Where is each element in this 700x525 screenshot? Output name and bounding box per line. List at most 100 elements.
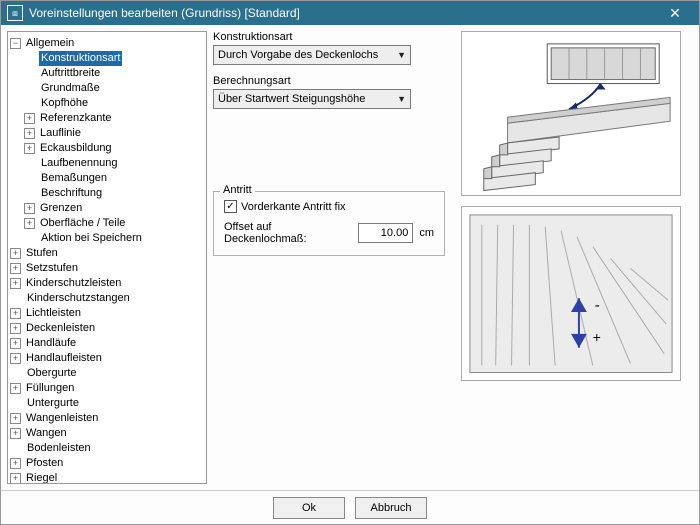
expand-icon[interactable]: + (10, 458, 21, 469)
tree-row[interactable]: Obergurte (10, 366, 204, 381)
tree-label[interactable]: Handläufe (24, 336, 78, 351)
tree-label[interactable]: Setzstufen (24, 261, 80, 276)
expand-icon[interactable]: + (10, 248, 21, 259)
offset-minus-label: - (595, 298, 600, 314)
unit-offset: cm (419, 227, 434, 239)
tree-row[interactable]: Untergurte (10, 396, 204, 411)
tree-label[interactable]: Kinderschutzleisten (24, 276, 123, 291)
tree-label[interactable]: Grenzen (38, 201, 84, 216)
tree-label[interactable]: Kopfhöhe (39, 96, 90, 111)
tree-row[interactable]: +Referenzkante (10, 111, 204, 126)
tree-row[interactable]: Kinderschutzstangen (10, 291, 204, 306)
tree-node: +Handlaufleisten (10, 351, 204, 366)
checkbox-row-vorderkante[interactable]: ✓ Vorderkante Antritt fix (224, 200, 434, 213)
expand-icon[interactable]: + (10, 323, 21, 334)
tree-row[interactable]: +Lichtleisten (10, 306, 204, 321)
expand-icon[interactable]: + (24, 218, 35, 229)
tree-node: +Riegel (10, 471, 204, 484)
expand-icon[interactable]: + (10, 338, 21, 349)
tree-row[interactable]: Kopfhöhe (10, 96, 204, 111)
tree-label[interactable]: Lauflinie (38, 126, 83, 141)
tree-label[interactable]: Pfosten (24, 456, 65, 471)
tree-row[interactable]: Laufbenennung (10, 156, 204, 171)
dialog-window: ⧈ Voreinstellungen bearbeiten (Grundriss… (0, 0, 700, 525)
tree-label[interactable]: Obergurte (25, 366, 79, 381)
ok-button[interactable]: Ok (273, 497, 345, 519)
tree-node: +Referenzkante (10, 111, 204, 126)
tree-label[interactable]: Eckausbildung (38, 141, 114, 156)
tree-row[interactable]: +Handläufe (10, 336, 204, 351)
expand-icon[interactable]: + (24, 128, 35, 139)
tree-row[interactable]: +Deckenleisten (10, 321, 204, 336)
collapse-icon[interactable]: − (10, 38, 21, 49)
tree-row[interactable]: +Lauflinie (10, 126, 204, 141)
expand-icon[interactable]: + (10, 428, 21, 439)
tree-row[interactable]: Beschriftung (10, 186, 204, 201)
tree-label[interactable]: Bemaßungen (39, 171, 109, 186)
tree-label[interactable]: Wangenleisten (24, 411, 100, 426)
tree-row[interactable]: Aktion bei Speichern (10, 231, 204, 246)
dropdown-konstruktionsart[interactable]: Durch Vorgabe des Deckenlochs ▼ (213, 45, 411, 65)
tree-label[interactable]: Riegel (24, 471, 59, 484)
dropdown-berechnungsart[interactable]: Über Startwert Steigungshöhe ▼ (213, 89, 411, 109)
tree-label[interactable]: Referenzkante (38, 111, 114, 126)
tree-label[interactable]: Oberfläche / Teile (38, 216, 127, 231)
close-button[interactable]: ✕ (657, 1, 693, 25)
expand-icon[interactable]: + (10, 383, 21, 394)
tree-row[interactable]: +Stufen (10, 246, 204, 261)
tree-row[interactable]: +Grenzen (10, 201, 204, 216)
tree-row[interactable]: Bemaßungen (10, 171, 204, 186)
expand-icon[interactable]: + (24, 203, 35, 214)
tree-label[interactable]: Kinderschutzstangen (25, 291, 132, 306)
cancel-button[interactable]: Abbruch (355, 497, 427, 519)
expand-icon[interactable]: + (10, 263, 21, 274)
tree-row[interactable]: +Setzstufen (10, 261, 204, 276)
input-offset[interactable] (358, 223, 413, 243)
tree-node: +Grenzen (10, 201, 204, 216)
nav-tree[interactable]: −AllgemeinKonstruktionsartAuftrittbreite… (7, 31, 207, 484)
expand-icon[interactable]: + (10, 278, 21, 289)
tree-label[interactable]: Grundmaße (39, 81, 102, 96)
tree-label[interactable]: Auftrittbreite (39, 66, 102, 81)
tree-label[interactable]: Beschriftung (39, 186, 104, 201)
tree-label[interactable]: Allgemein (24, 36, 76, 51)
tree-row[interactable]: +Riegel (10, 471, 204, 484)
tree-label[interactable]: Wangen (24, 426, 69, 441)
expand-icon[interactable]: + (24, 143, 35, 154)
expand-icon[interactable]: + (10, 473, 21, 484)
expand-icon[interactable]: + (24, 113, 35, 124)
tree-row[interactable]: Bodenleisten (10, 441, 204, 456)
tree-row[interactable]: +Handlaufleisten (10, 351, 204, 366)
tree-label[interactable]: Lichtleisten (24, 306, 83, 321)
tree-node: +Lichtleisten (10, 306, 204, 321)
tree-label[interactable]: Laufbenennung (39, 156, 119, 171)
tree-row[interactable]: +Wangenleisten (10, 411, 204, 426)
tree-row[interactable]: +Kinderschutzleisten (10, 276, 204, 291)
tree-label[interactable]: Untergurte (25, 396, 81, 411)
tree-label[interactable]: Bodenleisten (25, 441, 93, 456)
tree-row[interactable]: +Füllungen (10, 381, 204, 396)
tree-row[interactable]: −Allgemein (10, 36, 204, 51)
tree-label[interactable]: Aktion bei Speichern (39, 231, 144, 246)
tree-row[interactable]: Grundmaße (10, 81, 204, 96)
tree-node: +Kinderschutzleisten (10, 276, 204, 291)
expand-icon[interactable]: + (10, 353, 21, 364)
tree-row[interactable]: Auftrittbreite (10, 66, 204, 81)
expand-icon[interactable]: + (10, 308, 21, 319)
tree-row[interactable]: +Oberfläche / Teile (10, 216, 204, 231)
expand-icon[interactable]: + (10, 413, 21, 424)
tree-row[interactable]: +Pfosten (10, 456, 204, 471)
tree-node: +Wangen (10, 426, 204, 441)
tree-node: Kinderschutzstangen (10, 291, 204, 306)
checkbox-vorderkante[interactable]: ✓ (224, 200, 237, 213)
tree-label[interactable]: Füllungen (24, 381, 76, 396)
tree-row[interactable]: +Eckausbildung (10, 141, 204, 156)
checkbox-vorderkante-label: Vorderkante Antritt fix (241, 201, 346, 213)
tree-label[interactable]: Konstruktionsart (39, 51, 122, 66)
tree-row[interactable]: Konstruktionsart (10, 51, 204, 66)
window-title: Voreinstellungen bearbeiten (Grundriss) … (29, 6, 657, 20)
tree-label[interactable]: Handlaufleisten (24, 351, 104, 366)
tree-row[interactable]: +Wangen (10, 426, 204, 441)
tree-label[interactable]: Stufen (24, 246, 60, 261)
tree-label[interactable]: Deckenleisten (24, 321, 97, 336)
